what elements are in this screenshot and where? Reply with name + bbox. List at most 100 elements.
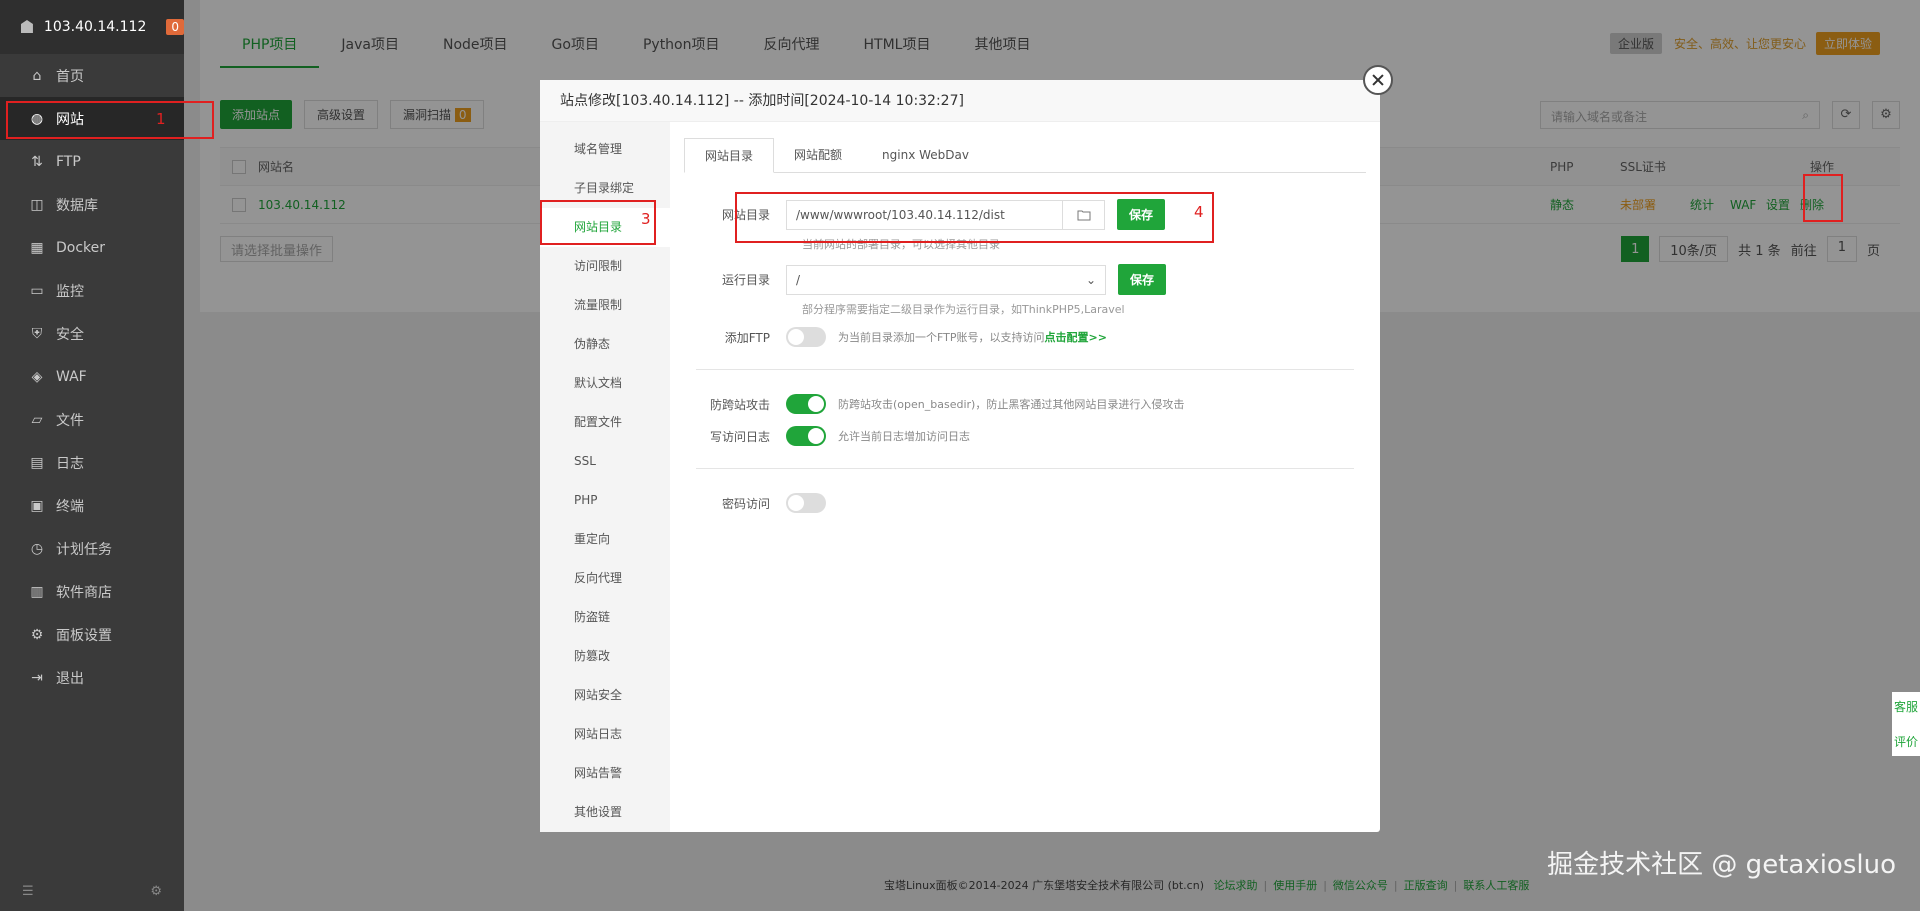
sidebar-item-label: 退出 <box>56 670 84 687</box>
sidebar-item-label: Docker <box>56 239 106 256</box>
sidebar-item-label: WAF <box>56 368 87 385</box>
run-dir-select[interactable]: / ⌄ <box>786 264 1106 295</box>
access-log-label: 写访问日志 <box>709 429 770 444</box>
annotation-box-4 <box>735 192 1214 243</box>
dialog-menu-item[interactable]: 访问限制 <box>540 247 670 286</box>
annotation-1: 1 <box>156 110 166 128</box>
annotation-3: 3 <box>641 210 651 228</box>
sidebar-item-label: FTP <box>56 153 81 170</box>
sidebar-item-9[interactable]: ▤ 日志 <box>0 441 184 484</box>
clock-icon: ◷ <box>30 540 44 557</box>
run-dir-hint: 部分程序需要指定二级目录作为运行目录，如ThinkPHP5,Laravel <box>802 303 1125 316</box>
sidebar-item-7[interactable]: ◈ WAF <box>0 355 184 398</box>
folder-icon: ▱ <box>31 411 43 428</box>
annotation-4: 4 <box>1194 203 1204 221</box>
dialog-menu-item[interactable]: 域名管理 <box>540 130 670 169</box>
ftp-toggle[interactable] <box>786 327 826 347</box>
sidebar-item-6[interactable]: ⛨ 安全 <box>0 312 184 355</box>
chevron-down-icon: ⌄ <box>1085 272 1096 287</box>
dialog-tab[interactable]: 网站配额 <box>774 138 862 172</box>
sidebar-bottom: ☰ ⚙ <box>22 884 162 899</box>
notification-badge[interactable]: 0 <box>166 19 184 35</box>
anti-xss-label: 防跨站攻击 <box>709 397 770 412</box>
annotation-box-3 <box>540 200 656 245</box>
waf-icon: ◈ <box>31 368 43 385</box>
ftp-config-link[interactable]: 点击配置>> <box>1045 331 1107 344</box>
sidebar-item-8[interactable]: ▱ 文件 <box>0 398 184 441</box>
bt-logo-icon <box>20 20 33 33</box>
sidebar-item-3[interactable]: ◫ 数据库 <box>0 183 184 226</box>
sidebar-item-label: 终端 <box>56 498 84 515</box>
sidebar-item-10[interactable]: ▣ 终端 <box>0 484 184 527</box>
dialog-menu-item[interactable]: 重定向 <box>540 520 670 559</box>
store-icon: ▥ <box>30 583 44 600</box>
collapse-icon[interactable]: ☰ <box>22 884 34 899</box>
terminal-icon: ▣ <box>30 497 44 514</box>
sidebar-item-label: 面板设置 <box>56 627 112 644</box>
dialog-menu-item[interactable]: 网站安全 <box>540 676 670 715</box>
close-icon[interactable] <box>1363 65 1393 95</box>
dialog-menu-item[interactable]: SSL <box>540 442 670 481</box>
sidebar-item-label: 文件 <box>56 412 84 429</box>
gear-icon[interactable]: ⚙ <box>150 884 162 899</box>
dialog-menu-item[interactable]: 配置文件 <box>540 403 670 442</box>
anti-xss-desc: 防跨站攻击(open_basedir)，防止黑客通过其他网站目录进行入侵攻击 <box>838 398 1185 411</box>
sidebar-item-label: 首页 <box>56 68 84 85</box>
dialog-menu-item[interactable]: 默认文档 <box>540 364 670 403</box>
password-access-toggle[interactable] <box>786 493 826 513</box>
access-log-toggle[interactable] <box>786 426 826 446</box>
sidebar-item-4[interactable]: ▦ Docker <box>0 226 184 269</box>
sidebar-item-label: 日志 <box>56 455 84 472</box>
save-run-dir-button[interactable]: 保存 <box>1118 264 1167 295</box>
sidebar-item-5[interactable]: ▭ 监控 <box>0 269 184 312</box>
dialog-menu-item[interactable]: 反向代理 <box>540 559 670 598</box>
sidebar-item-0[interactable]: ⌂ 首页 <box>0 54 184 97</box>
monitor-icon: ▭ <box>30 282 44 299</box>
service-button[interactable]: 客服 <box>1892 698 1920 715</box>
sidebar-item-label: 软件商店 <box>56 584 112 601</box>
float-panel: 客服 评价 <box>1892 692 1920 756</box>
shield-icon: ⛨ <box>31 325 43 342</box>
annotation-box-1 <box>6 101 214 139</box>
sidebar-item-13[interactable]: ⚙ 面板设置 <box>0 613 184 656</box>
logout-icon: ⇥ <box>31 669 43 686</box>
sidebar-item-label: 监控 <box>56 283 84 300</box>
sidebar-item-12[interactable]: ▥ 软件商店 <box>0 570 184 613</box>
dialog-menu-item[interactable]: 伪静态 <box>540 325 670 364</box>
ftp-desc: 为当前目录添加一个FTP账号，以支持访问 <box>838 331 1045 344</box>
sidebar-item-14[interactable]: ⇥ 退出 <box>0 656 184 699</box>
sidebar-item-label: 计划任务 <box>56 541 112 558</box>
dialog-menu-item[interactable]: PHP <box>540 481 670 520</box>
dialog-menu-item[interactable]: 网站告警 <box>540 754 670 793</box>
dialog-menu-item[interactable]: 流量限制 <box>540 286 670 325</box>
run-dir-label: 运行目录 <box>721 273 770 287</box>
dialog-tab[interactable]: nginx WebDav <box>862 138 989 172</box>
log-icon: ▤ <box>30 454 44 471</box>
annotation-box-settings <box>1803 174 1843 222</box>
anti-xss-toggle[interactable] <box>786 394 826 414</box>
access-log-desc: 允许当前日志增加访问日志 <box>838 430 970 443</box>
divider <box>696 369 1354 370</box>
divider <box>696 468 1354 469</box>
dialog-menu-item[interactable]: 网站日志 <box>540 715 670 754</box>
sidebar-item-2[interactable]: ⇅ FTP <box>0 140 184 183</box>
server-ip: 103.40.14.112 <box>43 19 147 35</box>
password-access-label: 密码访问 <box>721 496 770 511</box>
rate-button[interactable]: 评价 <box>1892 733 1920 750</box>
dialog-menu-item[interactable]: 防篡改 <box>540 637 670 676</box>
dialog-tabs: 网站目录 网站配额 nginx WebDav <box>684 138 1366 173</box>
database-icon: ◫ <box>30 196 44 213</box>
settings-icon: ⚙ <box>30 626 44 643</box>
ftp-label: 添加FTP <box>724 330 770 345</box>
watermark: 掘金技术社区 @ getaxiosluo <box>1547 850 1896 880</box>
ftp-icon: ⇅ <box>31 153 43 170</box>
dialog-menu-item[interactable]: 其他设置 <box>540 793 670 832</box>
dialog-tab[interactable]: 网站目录 <box>684 138 775 173</box>
dialog-menu-item[interactable]: 防盗链 <box>540 598 670 637</box>
home-icon: ⌂ <box>32 67 42 84</box>
sidebar-item-11[interactable]: ◷ 计划任务 <box>0 527 184 570</box>
sidebar-item-label: 安全 <box>56 326 84 343</box>
dialog-title: 站点修改[103.40.14.112] -- 添加时间[2024-10-14 1… <box>540 80 1380 122</box>
docker-icon: ▦ <box>30 239 44 256</box>
sidebar-header: 103.40.14.112 0 <box>0 0 184 54</box>
